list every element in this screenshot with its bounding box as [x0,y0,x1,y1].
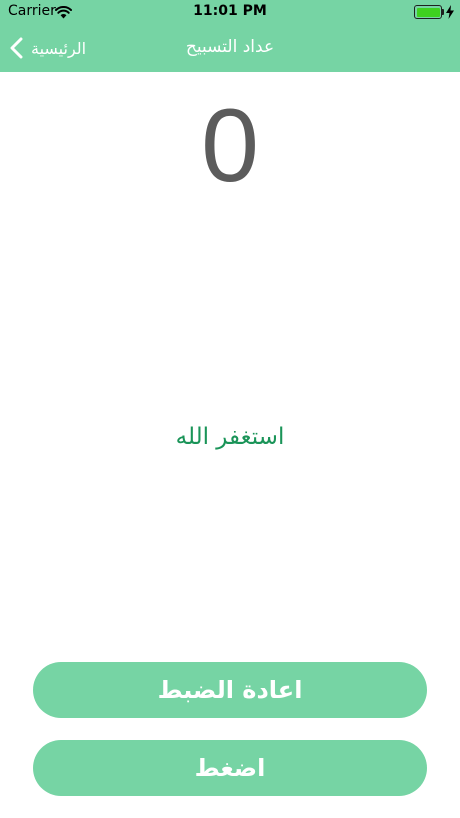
press-button-label: اضغط [194,754,266,782]
battery-icon [414,5,442,19]
navigation-bar: الرئيسية عداد التسبيح [0,24,460,72]
bolt-icon [446,4,454,23]
top-bar: Carrier 11:01 PM الرئيسية عداد التسبيح [0,0,460,72]
page-title: عداد التسبيح [185,37,275,57]
status-bar: Carrier 11:01 PM [0,0,460,24]
reset-button-label: اعادة الضبط [157,676,303,704]
reset-button[interactable]: اعادة الضبط [33,662,427,718]
battery-tip [442,9,444,15]
dhikr-text: استغفر الله [175,424,285,450]
press-button[interactable]: اضغط [33,740,427,796]
tasbih-counter: 0 [201,88,259,204]
status-time: 11:01 PM [193,3,267,19]
